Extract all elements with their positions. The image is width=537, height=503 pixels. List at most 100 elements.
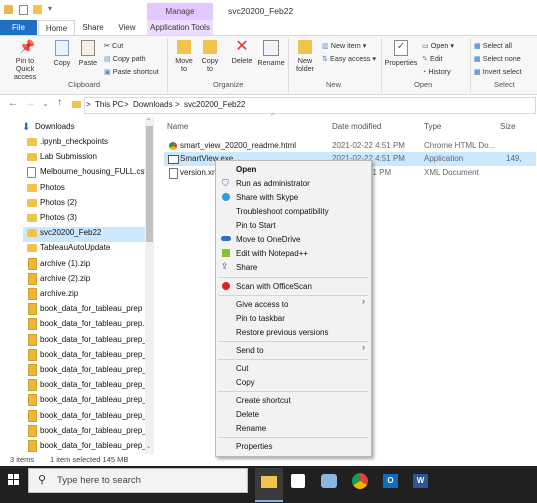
- delete-x-icon: ✕: [235, 38, 249, 55]
- nav-item[interactable]: book_data_for_tableau_prep_3.: [40, 408, 153, 423]
- menu-item-move-to-onedrive[interactable]: Move to OneDrive: [236, 234, 300, 245]
- cut-button[interactable]: ✂ Cut: [104, 41, 123, 50]
- column-size[interactable]: Size: [500, 122, 516, 131]
- new-item-button[interactable]: ▥ New item ▾: [322, 41, 366, 50]
- nav-item[interactable]: archive (1).zip: [40, 256, 90, 271]
- column-name[interactable]: Name: [167, 122, 188, 131]
- nav-item[interactable]: book_data_for_tableau_prep_2.: [40, 377, 153, 392]
- move-to-button[interactable]: Move to: [173, 40, 195, 73]
- copy-path-button[interactable]: ▤ Copy path: [104, 54, 146, 63]
- menu-item-cut[interactable]: Cut: [236, 363, 248, 374]
- nav-item[interactable]: book_data_for_tableau_prep_4.: [40, 423, 153, 438]
- nav-item[interactable]: book_data_for_tableau_prep_8.: [40, 438, 153, 453]
- nav-item[interactable]: TableauAutoUpdate: [40, 240, 110, 255]
- rename-button[interactable]: Rename: [256, 40, 286, 67]
- windows-start-icon[interactable]: [8, 474, 19, 485]
- menu-item-troubleshoot-compatibility[interactable]: Troubleshoot compatibility: [236, 206, 329, 217]
- chrome-taskbar-icon[interactable]: [352, 473, 368, 489]
- breadcrumb-downloads[interactable]: Downloads: [133, 99, 173, 111]
- back-arrow-icon[interactable]: ←: [8, 98, 18, 109]
- nav-item[interactable]: svc20200_Feb22: [40, 225, 101, 240]
- menu-item-pin-to-taskbar[interactable]: Pin to taskbar: [236, 313, 285, 324]
- new-folder-button[interactable]: New folder: [292, 40, 318, 73]
- outlook-icon[interactable]: O: [383, 474, 398, 488]
- zip-icon: [28, 303, 37, 316]
- select-all-button[interactable]: ▦ Select all: [474, 41, 512, 50]
- nav-item[interactable]: book_data_for_tableau_prep_1.: [40, 347, 153, 362]
- nav-item[interactable]: book_data_for_tableau_prep_2: [40, 362, 151, 377]
- word-icon[interactable]: W: [413, 474, 428, 488]
- paste-shortcut-icon: ▣: [104, 67, 113, 76]
- forward-arrow-icon[interactable]: →: [25, 98, 35, 109]
- store-icon[interactable]: [291, 474, 305, 488]
- properties-icon[interactable]: [19, 5, 28, 15]
- chrome-icon: [169, 142, 177, 150]
- paste-label: Paste: [78, 58, 98, 67]
- menu-item-rename[interactable]: Rename: [236, 423, 266, 434]
- menu-item-pin-to-start[interactable]: Pin to Start: [236, 220, 276, 231]
- open-group-label: Open: [414, 80, 433, 89]
- nav-item[interactable]: book_data_for_tableau_prep (1: [40, 301, 152, 316]
- nav-item[interactable]: Photos (3): [40, 210, 77, 225]
- nav-item[interactable]: Lab Submission: [40, 149, 97, 164]
- tab-view[interactable]: View: [112, 20, 142, 35]
- nav-scrollbar-thumb[interactable]: [146, 126, 153, 242]
- nav-item[interactable]: Photos (2): [40, 195, 77, 210]
- snipping-tool-icon[interactable]: [321, 474, 337, 488]
- new-folder-icon[interactable]: [33, 5, 42, 14]
- nav-item[interactable]: archive (2).zip: [40, 271, 90, 286]
- menu-item-copy[interactable]: Copy: [236, 377, 255, 388]
- breadcrumb-this-pc[interactable]: This PC: [95, 99, 123, 111]
- paste-button[interactable]: Paste: [77, 40, 99, 67]
- nav-item[interactable]: book_data_for_tableau_prep.zi: [40, 316, 150, 331]
- open-button[interactable]: ▭ Open ▾: [422, 41, 454, 50]
- column-type[interactable]: Type: [424, 122, 441, 131]
- easy-access-button[interactable]: ⇅ Easy access ▾: [322, 54, 376, 63]
- up-arrow-icon[interactable]: ↑: [57, 97, 62, 108]
- menu-item-properties[interactable]: Properties: [236, 441, 272, 452]
- nav-item[interactable]: Photos: [40, 180, 65, 195]
- menu-item-give-access-to[interactable]: Give access to: [236, 299, 288, 310]
- menu-item-run-as-administrator[interactable]: Run as administrator: [236, 178, 310, 189]
- menu-separator: [218, 391, 368, 392]
- menu-item-edit-with-notepad[interactable]: Edit with Notepad++: [236, 248, 308, 259]
- menu-item-open[interactable]: Open: [236, 164, 256, 175]
- properties-button[interactable]: ✓ Properties: [383, 40, 419, 67]
- paste-shortcut-button[interactable]: ▣ Paste shortcut: [104, 67, 159, 76]
- delete-button[interactable]: ✕ Delete: [229, 38, 255, 65]
- column-date-modified[interactable]: Date modified: [332, 122, 381, 131]
- invert-selection-button[interactable]: ▦ Invert select: [474, 67, 522, 76]
- history-button[interactable]: ◔ History: [422, 67, 451, 76]
- pin-quick-access-button[interactable]: 📌 Pin to Quick access: [6, 40, 44, 81]
- file-row[interactable]: smart_view_20200_readme.html 2021-02-22 …: [164, 139, 536, 153]
- nav-item[interactable]: book_data_for_tableau_prep_3: [40, 392, 151, 407]
- nav-item[interactable]: .ipynb_checkpoints: [40, 134, 108, 149]
- folder-icon: [27, 138, 37, 146]
- tab-share[interactable]: Share: [78, 20, 108, 35]
- qat-dropdown-icon[interactable]: ▾: [48, 4, 52, 13]
- nav-item[interactable]: book_data_for_tableau_prep_0.: [40, 332, 153, 347]
- menu-item-delete[interactable]: Delete: [236, 409, 259, 420]
- nav-item[interactable]: archive.zip: [40, 286, 78, 301]
- menu-item-create-shortcut[interactable]: Create shortcut: [236, 395, 291, 406]
- recent-chevron-down-icon[interactable]: ⌄: [42, 99, 49, 108]
- nav-item[interactable]: Melbourne_housing_FULL.csv: [40, 164, 149, 179]
- zip-icon: [28, 333, 37, 346]
- nav-item-downloads[interactable]: Downloads: [35, 119, 75, 134]
- menu-item-share-with-skype[interactable]: Share with Skype: [236, 192, 298, 203]
- copy-button[interactable]: Copy: [51, 40, 73, 67]
- breadcrumb-svc20200[interactable]: svc20200_Feb22: [184, 99, 245, 111]
- scroll-up-icon[interactable]: ⌃: [146, 118, 151, 125]
- menu-item-scan-with-officescan[interactable]: Scan with OfficeScan: [236, 281, 312, 292]
- menu-item-share[interactable]: Share: [236, 262, 257, 273]
- select-none-button[interactable]: ▦ Select none: [474, 54, 521, 63]
- menu-item-send-to[interactable]: Send to: [236, 345, 264, 356]
- edit-button[interactable]: ✎ Edit: [422, 54, 442, 63]
- tab-application-tools[interactable]: Application Tools: [147, 20, 213, 35]
- tab-home[interactable]: Home: [38, 20, 75, 36]
- scroll-down-icon[interactable]: ⌄: [146, 443, 151, 450]
- tab-file[interactable]: File: [0, 20, 37, 35]
- manage-tab[interactable]: Manage: [147, 3, 213, 20]
- menu-item-restore-previous-versions[interactable]: Restore previous versions: [236, 327, 328, 338]
- copy-to-button[interactable]: Copy to: [199, 40, 221, 73]
